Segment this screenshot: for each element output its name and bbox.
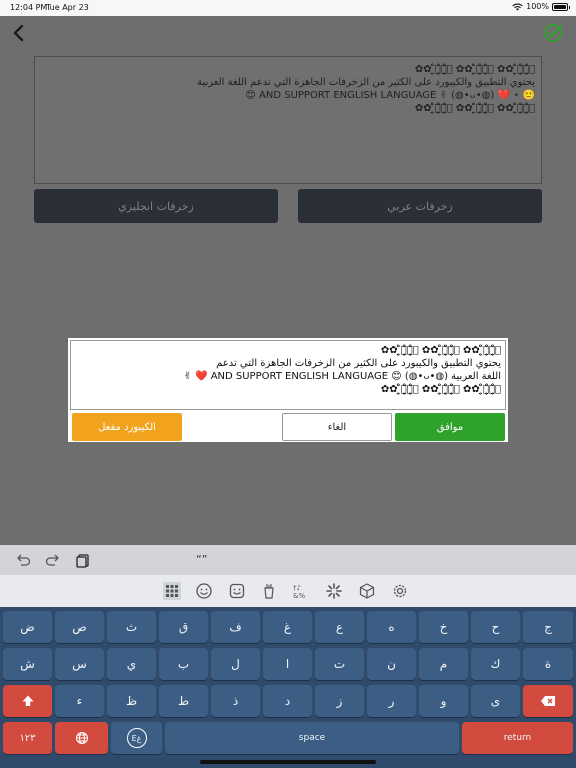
backspace-icon: [541, 696, 555, 706]
redo-icon[interactable]: [44, 551, 62, 569]
key[interactable]: ج: [523, 611, 573, 643]
key[interactable]: ظ: [107, 685, 156, 717]
key[interactable]: ك: [471, 648, 520, 680]
key[interactable]: ت: [315, 648, 364, 680]
svg-text:†♪: †♪: [293, 584, 301, 592]
keyboard: †♪ &% ض ص ث ق ف غ ع ه خ ح ج ش س ي ب ل ا …: [0, 575, 576, 768]
key[interactable]: ب: [159, 648, 208, 680]
key[interactable]: ن: [367, 648, 416, 680]
status-right: 100%: [512, 2, 570, 11]
globe-key[interactable]: [55, 722, 108, 754]
key[interactable]: ط: [159, 685, 208, 717]
key[interactable]: ص: [55, 611, 104, 643]
text-line: ۞̤̥̈̊۞̤̥̈̊۞̤̥̈̊ ✿✿ ۞̤̥̈̊۞̤̥̈̊۞̤̥̈̊ ✿✿ ۞̤…: [414, 103, 535, 114]
key[interactable]: س: [55, 648, 104, 680]
text-line: يحتوي التطبيق والكيبورد على الكثير من ال…: [197, 77, 535, 88]
cancel-button[interactable]: الغاء: [282, 413, 392, 441]
key[interactable]: ه: [367, 611, 416, 643]
battery-icon: [552, 2, 570, 11]
english-decorations-button[interactable]: زخرفات انجليزي: [34, 189, 278, 223]
key[interactable]: غ: [263, 611, 312, 643]
space-key[interactable]: space: [165, 722, 459, 754]
quote-suggestion[interactable]: “”: [196, 553, 207, 566]
chevron-left-icon[interactable]: [8, 22, 30, 44]
key[interactable]: ذ: [211, 685, 260, 717]
text-line: اللغة العربية AND SUPPORT ENGLISH LANGUA…: [183, 371, 502, 382]
key[interactable]: و: [419, 685, 468, 717]
sticker-icon[interactable]: [228, 582, 246, 600]
globe-icon: [75, 732, 88, 744]
grid-icon[interactable]: [163, 582, 181, 600]
status-bar: 12:04 PM Tue Apr 23 100%: [0, 0, 576, 16]
text-line: 🙂 ⋆ ❤️ (◍•ᴗ•◍) ✌ AND SUPPORT ENGLISH LAN…: [245, 90, 535, 101]
wifi-icon: [512, 3, 523, 10]
language-key[interactable]: Eغ: [111, 722, 162, 754]
smiley-icon[interactable]: [195, 582, 213, 600]
cube-icon[interactable]: [358, 582, 376, 600]
svg-text:&%: &%: [293, 592, 305, 600]
key[interactable]: ي: [107, 648, 156, 680]
key[interactable]: ا: [263, 648, 312, 680]
home-indicator: [200, 760, 376, 764]
nav-bar: [0, 16, 576, 52]
return-key[interactable]: return: [462, 722, 573, 754]
arabic-decorations-button[interactable]: زخرفات عربي: [298, 189, 542, 223]
confirm-dialog: ۞̤̥̈̊۞̤̥̈̊۞̤̥̈̊ ✿✿ ۞̤̥̈̊۞̤̥̈̊۞̤̥̈̊ ✿✿ ۞̤…: [68, 338, 508, 442]
ok-button[interactable]: موافق: [395, 413, 505, 441]
backspace-key[interactable]: [523, 685, 573, 717]
status-time: 12:04 PM: [10, 3, 48, 12]
text-line: يحتوي التطبيق والكيبورد على الكثير من ال…: [216, 358, 501, 369]
numbers-key[interactable]: ١٢٣: [3, 722, 52, 754]
language-label: Eغ: [126, 728, 147, 748]
shift-icon: [22, 695, 33, 706]
key[interactable]: ء: [55, 685, 104, 717]
key[interactable]: د: [263, 685, 312, 717]
key[interactable]: م: [419, 648, 468, 680]
key[interactable]: خ: [419, 611, 468, 643]
check-circle-icon[interactable]: [542, 22, 564, 44]
text-line: ۞̤̥̈̊۞̤̥̈̊۞̤̥̈̊ ✿✿ ۞̤̥̈̊۞̤̥̈̊۞̤̥̈̊ ✿✿ ۞̤…: [380, 345, 501, 356]
key[interactable]: ة: [523, 648, 573, 680]
key[interactable]: ف: [211, 611, 260, 643]
editing-toolbar: “”: [0, 545, 576, 575]
key[interactable]: ى: [471, 685, 520, 717]
gear-icon[interactable]: [391, 582, 409, 600]
key[interactable]: ق: [159, 611, 208, 643]
key[interactable]: ع: [315, 611, 364, 643]
undo-icon[interactable]: [14, 551, 32, 569]
key[interactable]: ض: [3, 611, 52, 643]
shift-key[interactable]: [3, 685, 52, 717]
flower-icon[interactable]: [325, 582, 343, 600]
battery-percent: 100%: [526, 2, 549, 11]
status-date: Tue Apr 23: [46, 3, 89, 12]
key[interactable]: ل: [211, 648, 260, 680]
key[interactable]: ر: [367, 685, 416, 717]
keyboard-icon-row: †♪ &%: [0, 575, 576, 607]
text-line: ۞̤̥̈̊۞̤̥̈̊۞̤̥̈̊ ✿✿ ۞̤̥̈̊۞̤̥̈̊۞̤̥̈̊ ✿✿ ۞̤…: [414, 64, 535, 75]
decorated-text-area[interactable]: ۞̤̥̈̊۞̤̥̈̊۞̤̥̈̊ ✿✿ ۞̤̥̈̊۞̤̥̈̊۞̤̥̈̊ ✿✿ ۞̤…: [34, 56, 542, 184]
keyboard-enabled-button[interactable]: الكيبورد مفعل: [72, 413, 182, 441]
symbols-icon[interactable]: †♪ &%: [292, 582, 310, 600]
key[interactable]: ش: [3, 648, 52, 680]
key[interactable]: ث: [107, 611, 156, 643]
key[interactable]: ز: [315, 685, 364, 717]
text-line: ۞̤̥̈̊۞̤̥̈̊۞̤̥̈̊ ✿✿ ۞̤̥̈̊۞̤̥̈̊۞̤̥̈̊ ✿✿ ۞̤…: [380, 384, 501, 395]
dialog-text-field[interactable]: ۞̤̥̈̊۞̤̥̈̊۞̤̥̈̊ ✿✿ ۞̤̥̈̊۞̤̥̈̊۞̤̥̈̊ ✿✿ ۞̤…: [70, 340, 506, 410]
drinks-icon[interactable]: [260, 582, 278, 600]
key[interactable]: ح: [471, 611, 520, 643]
paste-icon[interactable]: [74, 551, 92, 569]
